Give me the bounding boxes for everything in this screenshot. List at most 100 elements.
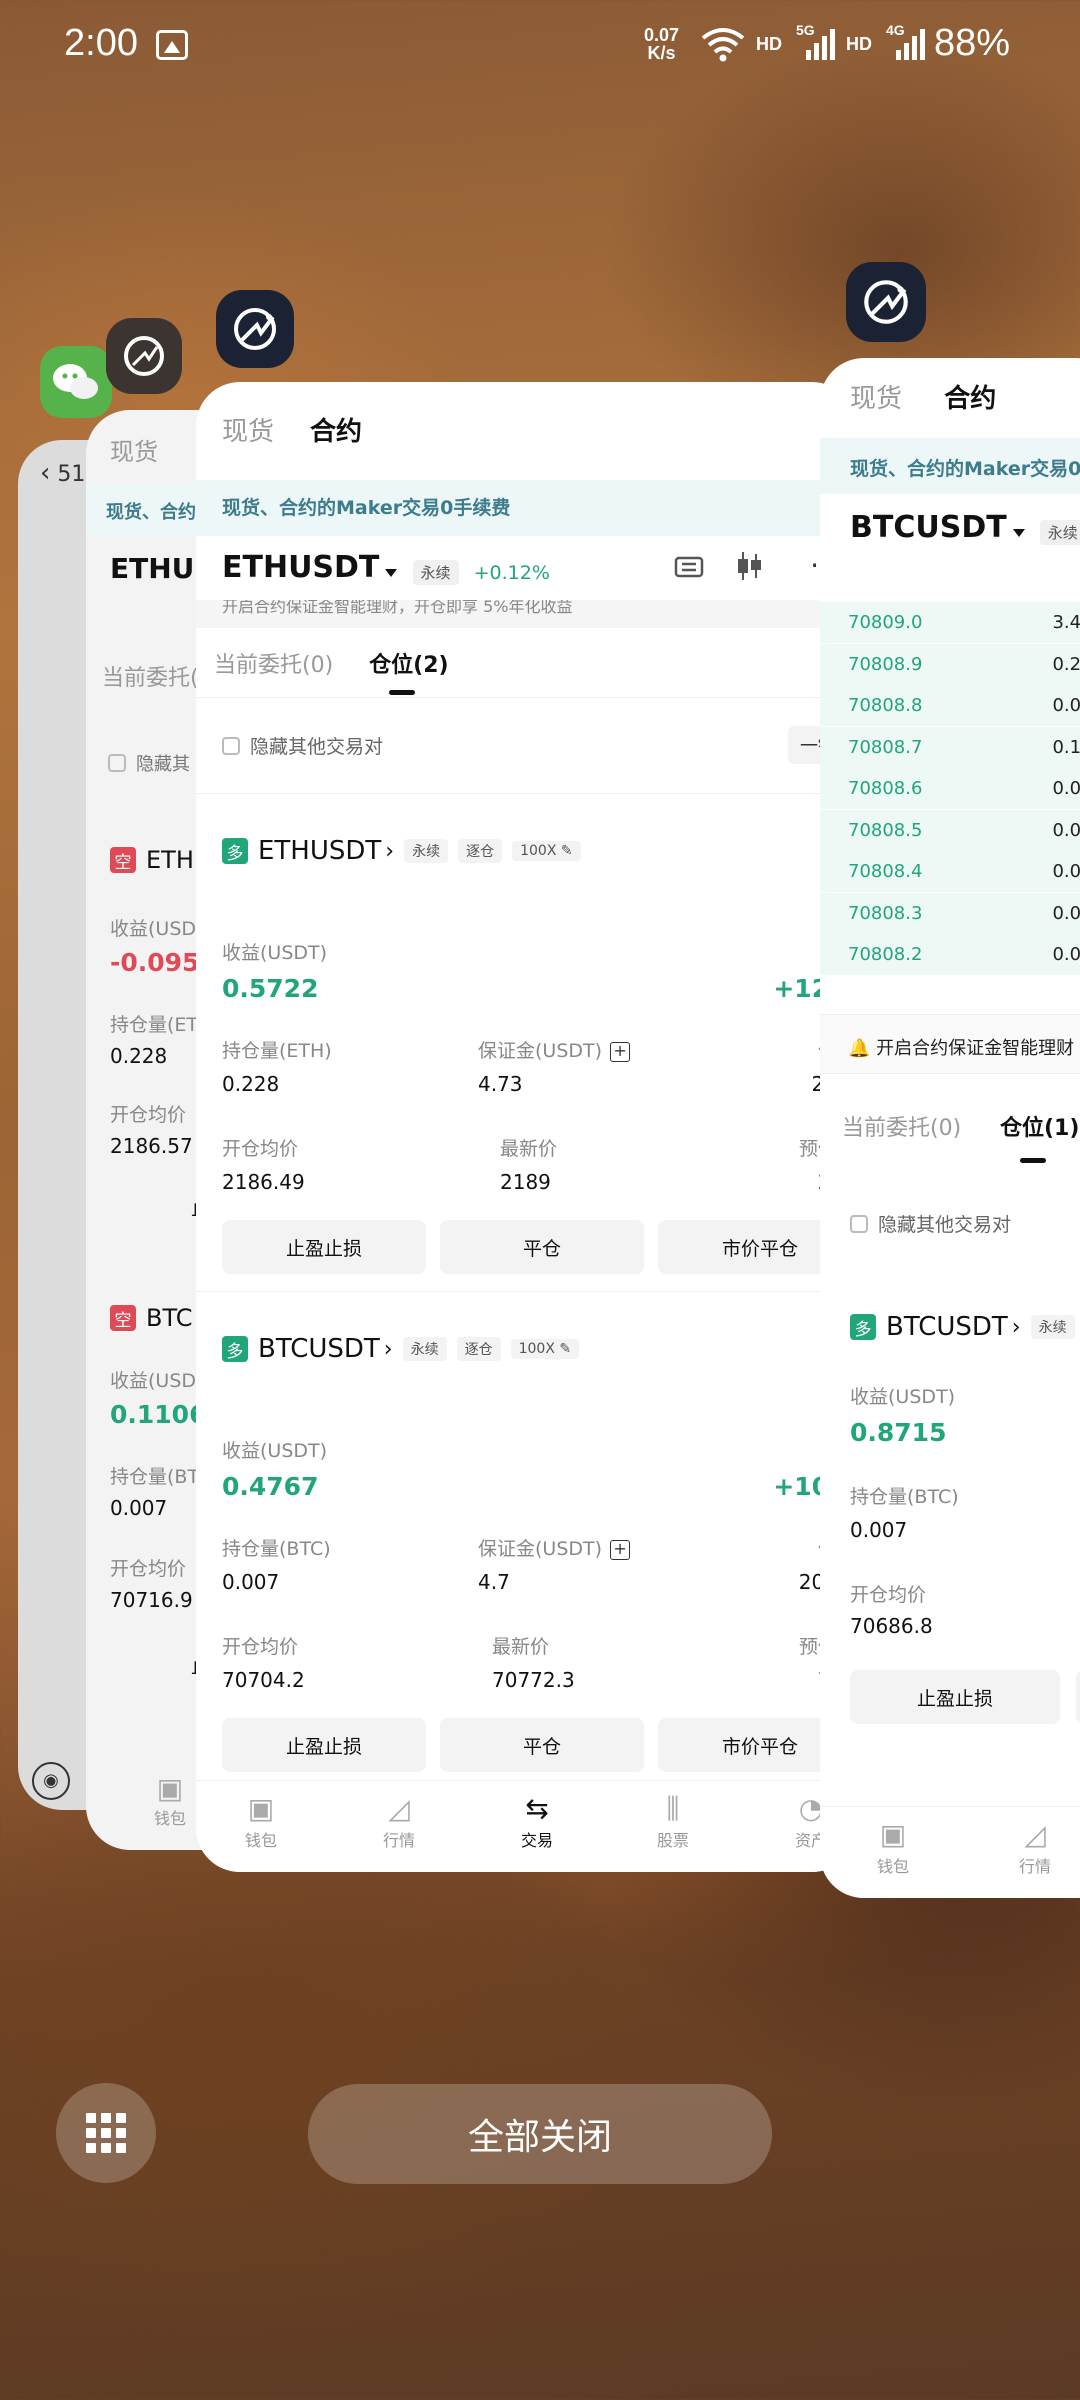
order-book-row[interactable]: 70808.5 0.051 [820,809,1080,851]
margin-label-group: 保证金(USDT) + [478,1036,631,1063]
hide-others-row[interactable]: 隐藏其他交易对 [850,1210,1011,1237]
order-book-row[interactable]: 70808.6 0.005 [820,768,1080,809]
leverage-tag[interactable]: 100X ✎ [512,841,581,861]
nav-wallet-label: 钱包 [244,1831,277,1850]
caret-down-icon[interactable] [385,568,398,577]
tpsl-button[interactable]: 止盈止损 [222,1220,426,1274]
position-symbol[interactable]: ETHUSDT [258,836,381,866]
order-book-qty: 3.422 [1052,612,1080,633]
candlestick-chart-icon[interactable] [734,550,764,586]
hide-others-checkbox[interactable] [108,754,126,772]
promo-banner[interactable]: 现货、合约的Maker交易0 [850,454,1080,481]
position-header[interactable]: 多 ETHUSDT › 永续 逐仓 100X ✎ [222,820,830,882]
exchange-app-icon-main[interactable] [216,290,294,368]
pnl-label: 收益(USDT) [850,1386,956,1408]
caret-down-icon[interactable] [1012,528,1025,537]
nav-markets[interactable]: ◿ 行情 [990,1817,1080,1877]
order-book-row[interactable]: 70808.3 0.005 [820,892,1080,934]
position-head-btc[interactable]: 空 BTC [110,1304,192,1332]
bell-icon: 🔔 [848,1038,871,1059]
tab-positions[interactable]: 仓位(2) [369,647,449,695]
nav-stocks[interactable]: ⫼ 股票 [628,1791,718,1851]
order-book-row[interactable]: 70808.4 0.020 [820,851,1080,892]
exchange-app-icon-right[interactable] [846,262,926,342]
position-head-eth[interactable]: 空 ETH [110,846,194,874]
order-book-qty: 0.012 [1052,944,1080,965]
hide-others-row[interactable]: 隐藏其他交易对 一键全 [196,698,856,794]
order-book-qty: 0.005 [1052,902,1080,924]
tpsl-button[interactable]: 止盈止损 [850,1670,1060,1724]
close-all-button[interactable]: 全部关闭 [308,2084,772,2184]
tab-positions[interactable]: 仓位(1) [1000,1110,1079,1142]
position-header[interactable]: 多 BTCUSDT › 永续 [850,1312,1075,1342]
symbol-header: ETHUSDT 永续 +0.12% ⋯ [196,536,856,600]
promo-banner: 现货、合约 [106,502,196,523]
order-book-price: 70808.8 [848,695,923,716]
trend-chart-icon: ◿ [388,1792,410,1825]
hide-others-row[interactable]: 隐藏其 [108,750,190,776]
exchange-app-icon-back[interactable] [106,318,182,394]
order-book-row[interactable]: 70808.7 0.103 [820,726,1080,768]
entry-value: 70716.9 [110,1588,193,1612]
tab-spot[interactable]: 现货 [850,384,902,414]
symbol-title[interactable]: ETHUSDT [222,536,379,600]
long-badge: 多 [850,1314,876,1340]
entry-value: 70704.2 [222,1668,305,1692]
tab-contract[interactable]: 合约 [944,384,996,414]
hide-others-checkbox[interactable] [222,736,240,755]
nav-trade[interactable]: ⇆ 交易 [492,1791,582,1851]
leverage-tag[interactable]: 100X ✎ [510,1339,580,1359]
order-book-icon[interactable] [674,552,704,586]
nav-wallet[interactable]: ▣ 钱包 [216,1791,306,1851]
position-symbol[interactable]: BTCUSDT [886,1312,1008,1342]
pnl-label: 收益(USDT) [222,1440,328,1462]
network-speed: 0.07 K/s [644,26,679,62]
short-badge: 空 [110,1305,136,1331]
tab-current-orders[interactable]: 当前委托(0) [214,647,333,679]
mark-price-value: 70772.3 [492,1668,575,1692]
entry-label: 开仓均价 [850,1584,927,1606]
nav-wallet-label: 钱包 [153,1809,186,1828]
finance-banner[interactable]: 🔔 开启合约保证金智能理财 [848,1034,1074,1060]
tpsl-button[interactable]: 止盈止损 [222,1718,426,1772]
tab-contract[interactable]: 合约 [310,411,362,448]
position-symbol[interactable]: BTCUSDT [258,1334,380,1364]
close-position-button[interactable]: 平仓 [440,1718,644,1772]
nav-wallet[interactable]: ▣ 钱包 [848,1817,938,1877]
size-value: 0.228 [110,1044,168,1068]
close-position-button-partial[interactable] [1076,1670,1080,1724]
tab-current-orders[interactable]: 当前委托(0) [842,1110,961,1142]
order-book-row[interactable]: 70808.2 0.012 [820,934,1080,975]
order-book-price: 70809.0 [848,612,923,633]
order-book-row[interactable]: 70808.8 0.005 [820,685,1080,726]
nav-markets-label: 行情 [382,1831,415,1850]
add-margin-icon[interactable]: + [610,1041,631,1062]
chevron-right-icon: › [383,1336,393,1362]
promo-banner[interactable]: 现货、合约的Maker交易0手续费 [196,480,856,536]
nav-stocks-label: 股票 [656,1831,689,1850]
tab-spot: 现货 [110,438,158,466]
symbol-title[interactable]: BTCUSDT [850,510,1007,545]
position-header[interactable]: 多 BTCUSDT › 永续 逐仓 100X ✎ [222,1318,830,1380]
add-margin-icon[interactable]: + [610,1539,631,1560]
order-book-row[interactable]: 70809.0 3.422 [820,602,1080,643]
hide-others-checkbox[interactable] [850,1214,868,1233]
wechat-app-icon[interactable] [40,346,112,418]
wallet-icon: ▣ [247,1792,275,1825]
size-label: 持仓量(BTC) [222,1538,331,1560]
recent-app-card-exchange-right[interactable]: 现货 合约 现货、合约的Maker交易0 BTCUSDT 永续 70809.0 3… [820,358,1080,1898]
nav-markets[interactable]: ◿ 行情 [354,1791,444,1851]
order-book-row[interactable]: 70808.9 0.224 [820,643,1080,685]
finance-banner-hint[interactable]: 开启合约保证金智能理财，开仓即享 5%年化收益 [196,600,856,628]
recent-app-card-exchange-main[interactable]: 现货 合约 现货、合约的Maker交易0手续费 ETHUSDT 永续 +0.12… [196,382,856,1872]
wallet-icon: ▣ [879,1818,907,1851]
pnl-value: 0.1106 [110,1400,207,1429]
order-book-price: 70808.4 [848,861,923,882]
size-label: 持仓量(ET [110,1014,199,1036]
tab-spot[interactable]: 现货 [222,411,274,448]
close-position-button[interactable]: 平仓 [440,1220,644,1274]
symbol-header: BTCUSDT 永续 [850,510,1080,545]
leverage-value: 100X [520,843,557,859]
pnl-value: 0.8715 [850,1418,947,1447]
app-drawer-button[interactable] [56,2083,156,2183]
